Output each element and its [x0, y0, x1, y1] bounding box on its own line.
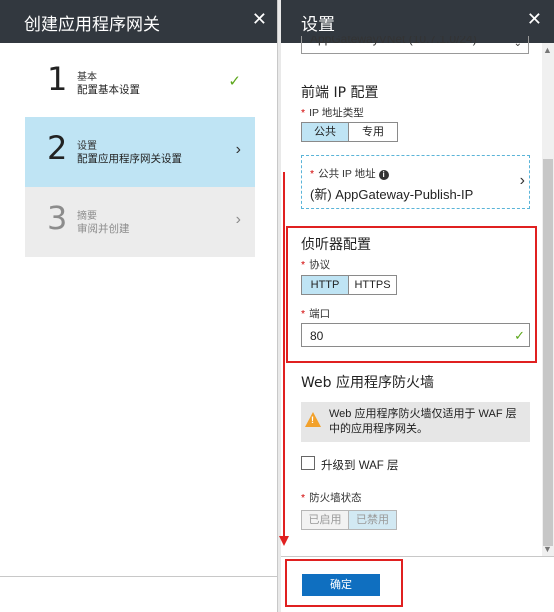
- check-icon: ✓: [514, 328, 525, 343]
- blade-title: 创建应用程序网关: [24, 15, 160, 35]
- step-subtitle: 审阅并创建: [77, 223, 130, 235]
- check-icon: ✓: [228, 73, 241, 90]
- port-input[interactable]: 80 ✓: [301, 323, 530, 347]
- ip-type-label: * IP 地址类型: [301, 107, 364, 119]
- step-number: 2: [47, 129, 68, 167]
- step-settings[interactable]: 2 设置 配置应用程序网关设置 ›: [25, 117, 255, 187]
- public-ip-label: * 公共 IP 地址 i: [310, 166, 389, 181]
- waf-heading: Web 应用程序防火墙: [301, 375, 434, 391]
- scroll-up-icon[interactable]: ▲: [543, 45, 552, 55]
- frontend-ip-heading: 前端 IP 配置: [301, 85, 379, 101]
- public-ip-selector[interactable]: * 公共 IP 地址 i (新) AppGateway-Publish-IP ›: [301, 155, 530, 209]
- firewall-option-disabled: 已禁用: [349, 510, 397, 530]
- annotation-arrow: [283, 172, 285, 540]
- warning-icon: [305, 412, 321, 427]
- step-subtitle: 配置基本设置: [77, 84, 140, 96]
- upgrade-waf-label[interactable]: 升级到 WAF 层: [321, 457, 399, 473]
- firewall-status-label: * 防火墙状态: [301, 492, 362, 504]
- close-icon[interactable]: ✕: [527, 9, 542, 30]
- chevron-right-icon: ›: [235, 211, 241, 228]
- public-ip-value: (新) AppGateway-Publish-IP: [310, 187, 474, 202]
- chevron-down-icon: ⌄: [513, 38, 522, 49]
- step-subtitle: 配置应用程序网关设置: [77, 153, 182, 165]
- firewall-option-enabled: 已启用: [301, 510, 349, 530]
- ok-button[interactable]: 确定: [302, 574, 380, 596]
- port-label: * 端口: [301, 308, 331, 320]
- listener-heading: 侦听器配置: [301, 237, 371, 253]
- ip-type-toggle[interactable]: 公共 专用: [301, 122, 398, 142]
- subnet-dropdown[interactable]: AppGatewayVNet (10.7.1.0/24) ⌄: [301, 36, 529, 54]
- step-basics[interactable]: 1 基本 配置基本设置 ✓: [25, 48, 255, 118]
- chevron-right-icon: ›: [519, 172, 525, 189]
- step-title: 摘要: [77, 211, 97, 222]
- step-title: 设置: [77, 141, 97, 152]
- step-number: 1: [47, 60, 68, 98]
- blade-title: 设置: [301, 15, 335, 35]
- waf-warning-text: Web 应用程序防火墙仅适用于 WAF 层中的应用程序网关。: [329, 408, 517, 435]
- info-icon[interactable]: i: [378, 170, 389, 180]
- protocol-toggle[interactable]: HTTP HTTPS: [301, 275, 397, 295]
- divider: [0, 576, 277, 577]
- protocol-label: * 协议: [301, 259, 331, 271]
- close-icon[interactable]: ✕: [252, 9, 267, 30]
- ip-type-option-private[interactable]: 专用: [349, 122, 398, 142]
- protocol-option-http[interactable]: HTTP: [301, 275, 349, 295]
- step-number: 3: [47, 199, 68, 237]
- blade-header: 创建应用程序网关 ✕: [0, 0, 277, 43]
- ip-type-option-public[interactable]: 公共: [301, 122, 349, 142]
- scroll-down-icon[interactable]: ▼: [543, 544, 552, 554]
- create-app-gateway-blade: 创建应用程序网关 ✕ 1 基本 配置基本设置 ✓ 2 设置 配置应用程序网关设置…: [0, 0, 278, 612]
- waf-warning: Web 应用程序防火墙仅适用于 WAF 层中的应用程序网关。: [301, 402, 530, 442]
- port-value: 80: [310, 329, 324, 343]
- subnet-dropdown-value: AppGatewayVNet (10.7.1.0/24): [310, 36, 477, 46]
- chevron-right-icon: ›: [235, 141, 241, 158]
- settings-blade: 设置 ✕ ▲ ▼ AppGatewayVNet (10.7.1.0/24) ⌄ …: [281, 0, 554, 612]
- scrollbar-thumb[interactable]: [543, 159, 553, 546]
- upgrade-waf-checkbox[interactable]: [301, 456, 315, 470]
- firewall-status-toggle: 已启用 已禁用: [301, 510, 397, 530]
- protocol-option-https[interactable]: HTTPS: [349, 275, 397, 295]
- annotation-arrow-head: [279, 536, 289, 546]
- step-summary[interactable]: 3 摘要 审阅并创建 ›: [25, 187, 255, 257]
- footer-divider: [281, 556, 554, 557]
- step-title: 基本: [77, 72, 97, 83]
- vertical-scrollbar[interactable]: ▲ ▼: [542, 43, 554, 556]
